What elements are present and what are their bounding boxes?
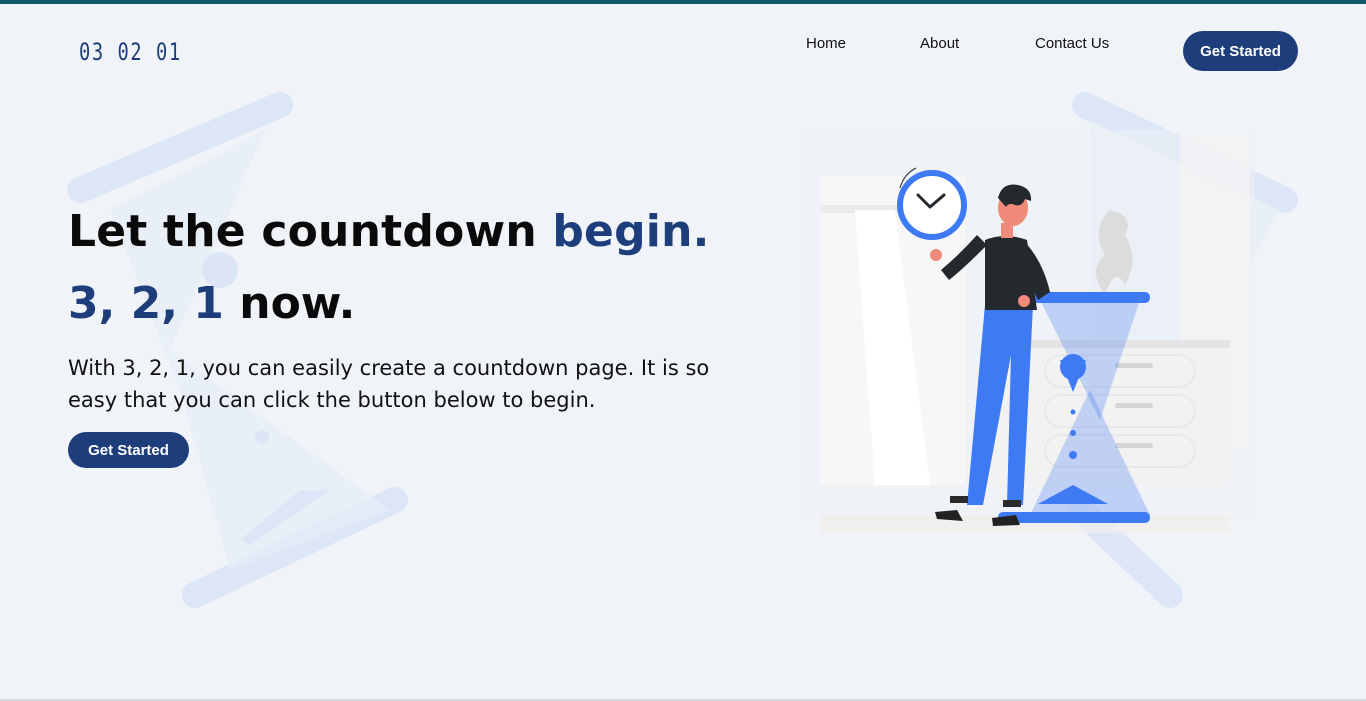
hero-get-started-button[interactable]: Get Started (68, 432, 189, 468)
hero-subtitle: 3, 2, 1 now. (68, 278, 355, 329)
hero-title-accent: begin. (552, 206, 710, 257)
hero-illustration (800, 130, 1255, 533)
hero-title: Let the countdown begin. (68, 206, 710, 257)
hero-title-text: Let the countdown (68, 206, 553, 257)
hero-description: With 3, 2, 1, you can easily create a co… (68, 356, 710, 412)
hero-subtitle-accent: 3, 2, 1 (68, 278, 224, 329)
nav-link-about[interactable]: About (920, 35, 959, 52)
nav-link-home[interactable]: Home (806, 35, 846, 52)
nav-link-contact[interactable]: Contact Us (1035, 35, 1109, 52)
site-logo[interactable]: 03 02 01 (79, 38, 182, 66)
clock-icon (897, 167, 967, 240)
header-get-started-button[interactable]: Get Started (1183, 31, 1298, 71)
top-accent-bar (0, 0, 1366, 4)
hero-subtitle-text: now. (223, 278, 356, 329)
